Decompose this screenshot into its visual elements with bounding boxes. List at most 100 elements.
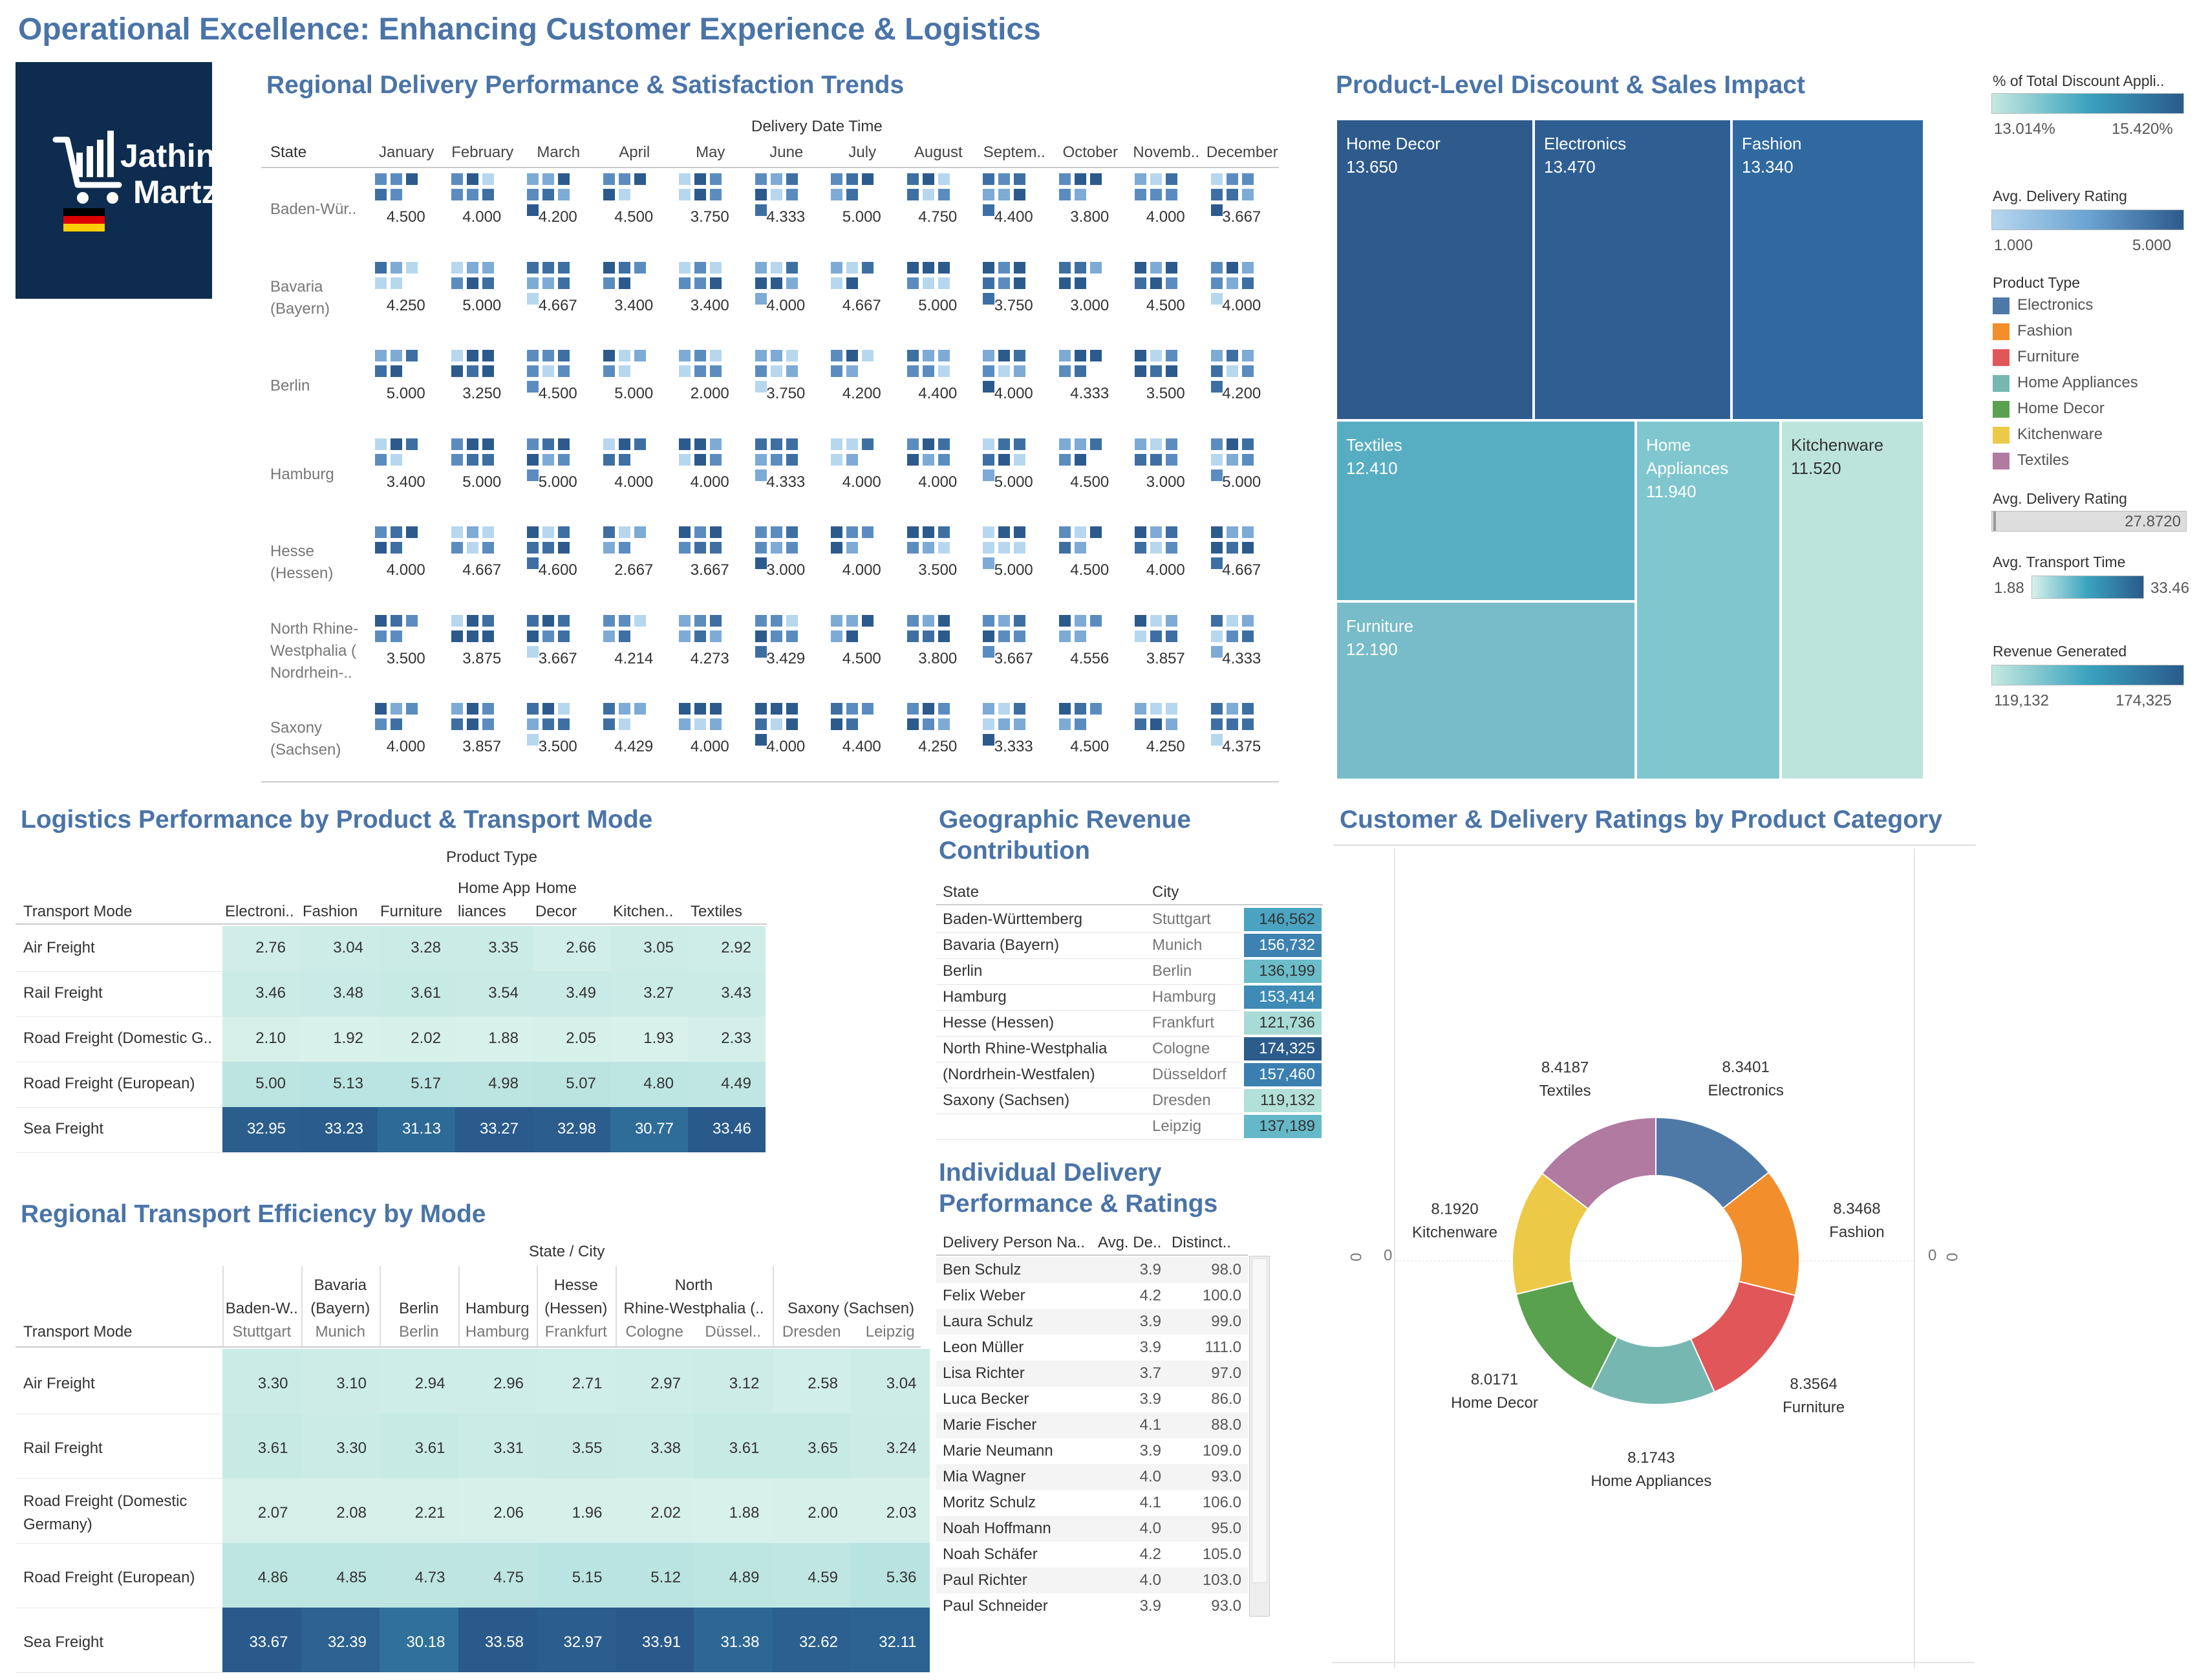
donut-value-label: 8.3401 (1722, 1059, 1769, 1076)
delivery-person-avg: 3.9 (1139, 1313, 1161, 1330)
delivery-table-header: Avg. De.. (1098, 1234, 1162, 1251)
treemap-cell-value: 11.940 (1646, 482, 1697, 501)
product-type-swatch (1993, 375, 2009, 392)
treemap-cell: Kitchenware 11.520 (1781, 420, 1924, 780)
delivery-person-avg: 4.2 (1139, 1287, 1161, 1304)
product-type-swatch (1993, 401, 2009, 418)
product-type-legend-title: Product Type (1993, 274, 2081, 291)
revenue-legend-title: Revenue Generated (1993, 643, 2127, 660)
product-type-label: Electronics (2017, 296, 2094, 314)
product-type-label: Home Appliances (2017, 374, 2138, 391)
transport-time-legend-gradient (2031, 576, 2144, 599)
delivery-person-avg: 3.9 (1139, 1339, 1161, 1356)
treemap-cell: Home Decor 13.650 (1336, 119, 1534, 420)
product-type-swatch (1993, 349, 2009, 366)
revenue-legend-max: 174,325 (2116, 692, 2172, 709)
ratings-donut-chart: 8.3401 Electronics 8.3468 Fashion 8.3564 Furn… (1395, 1059, 1914, 1490)
legend-panel: % of Total Discount Appli.. 13.014% 15.4… (1989, 70, 2196, 716)
delivery-rating-legend-max: 5.000 (2132, 237, 2172, 254)
donut-value-label: 8.3564 (1790, 1375, 1837, 1393)
delivery-person-avg: 4.0 (1139, 1468, 1161, 1485)
delivery-person-name: Luca Becker (943, 1390, 1029, 1408)
delivery-person-count: 93.0 (1211, 1597, 1241, 1615)
discount-legend-title: % of Total Discount Appli.. (1993, 72, 2165, 89)
product-type-label: Fashion (2017, 322, 2073, 339)
delivery-person-name: Mia Wagner (943, 1468, 1026, 1485)
delivery-person-count: 111.0 (1205, 1339, 1242, 1356)
treemap-cell: Fashion 13.340 (1731, 119, 1924, 420)
delivery-person-avg: 3.9 (1139, 1442, 1161, 1459)
revenue-legend-min: 119,132 (1994, 692, 2049, 709)
delivery-rating-bar-marker (1993, 512, 1996, 531)
delivery-person-name: Paul Schneider (943, 1597, 1048, 1615)
delivery-person-avg: 3.9 (1139, 1261, 1161, 1278)
discount-legend-gradient (1991, 93, 2184, 114)
treemap-cell: Furniture 12.190 (1336, 601, 1636, 780)
donut-value-label: 8.0171 (1471, 1371, 1518, 1388)
donut-value-label: 8.1743 (1627, 1449, 1675, 1467)
donut-category-label: Electronics (1708, 1082, 1783, 1099)
delivery-rating-legend-title: Avg. Delivery Rating (1993, 188, 2127, 204)
product-type-label: Textiles (2017, 451, 2070, 469)
delivery-person-count: 97.0 (1211, 1364, 1241, 1382)
delivery-person-count: 86.0 (1211, 1390, 1241, 1408)
delivery-person-count: 95.0 (1211, 1520, 1241, 1537)
discount-legend-min: 13.014% (1994, 120, 2055, 138)
treemap-cell-name: Furniture (1346, 616, 1414, 636)
treemap-cell-name: Home Decor (1346, 134, 1441, 153)
delivery-person-count: 93.0 (1211, 1468, 1241, 1485)
delivery-person-name: Felix Weber (943, 1287, 1025, 1304)
donut-category-label: Home Appliances (1591, 1472, 1711, 1490)
ratings-bottom-line (1332, 1662, 1975, 1663)
ratings-title: Customer & Delivery Ratings by Product C… (1340, 806, 1942, 834)
delivery-rating-legend-min: 1.000 (1994, 237, 2033, 254)
delivery-person-count: 99.0 (1211, 1313, 1241, 1330)
delivery-rating-bar-title: Avg. Delivery Rating (1993, 490, 2127, 507)
revenue-legend-gradient (1991, 665, 2184, 685)
delivery-person-name: Leon Müller (943, 1339, 1024, 1356)
ratings-title-divider (1333, 845, 1976, 846)
delivery-person-name: Ben Schulz (943, 1261, 1022, 1278)
product-type-swatch (1993, 427, 2009, 444)
treemap-cell-name: Textiles (1346, 435, 1402, 455)
donut-category-label: Home Decor (1451, 1394, 1538, 1412)
donut-category-label: Kitchenware (1412, 1223, 1497, 1241)
transport-time-legend-max: 33.46 (2150, 579, 2190, 597)
product-type-label: Kitchenware (2017, 425, 2103, 443)
delivery-rating-legend-gradient (1991, 210, 2184, 230)
treemap-cell-value: 12.190 (1346, 640, 1398, 659)
delivery-person-name: Paul Richter (943, 1571, 1027, 1589)
product-type-swatch (1993, 453, 2009, 469)
treemap-cell-name: Electronics (1544, 134, 1627, 153)
delivery-person-name: Laura Schulz (943, 1313, 1034, 1330)
product-discount-treemap: Home Decor 13.650 Electronics 13.470 Fashion… (1336, 119, 1924, 780)
delivery-person-count: 103.0 (1202, 1571, 1241, 1589)
delivery-rating-bar-value: 27.8720 (2125, 513, 2181, 530)
delivery-table-header: Distinct.. (1172, 1234, 1232, 1251)
delivery-person-avg: 4.2 (1139, 1545, 1161, 1563)
treemap-cell-value: 12.410 (1346, 458, 1398, 478)
transport-time-legend-title: Avg. Transport Time (1993, 554, 2126, 570)
donut-value-label: 8.3468 (1833, 1200, 1880, 1218)
delivery-table-scrollbar-thumb[interactable] (1252, 1258, 1267, 1583)
delivery-person-count: 98.0 (1211, 1261, 1241, 1278)
treemap-cell-value: 13.340 (1742, 157, 1794, 177)
delivery-person-avg: 3.9 (1139, 1597, 1161, 1615)
product-type-swatch (1993, 323, 2009, 340)
transport-time-legend-min: 1.88 (1994, 579, 2024, 597)
delivery-person-count: 100.0 (1202, 1287, 1241, 1304)
delivery-person-count: 106.0 (1202, 1494, 1241, 1511)
delivery-person-avg: 4.0 (1139, 1520, 1161, 1537)
donut-category-label: Fashion (1829, 1223, 1884, 1241)
donut-category-label: Textiles (1539, 1082, 1591, 1100)
discount-legend-max: 15.420% (2112, 120, 2173, 138)
treemap-cell-name: Fashion (1742, 134, 1802, 153)
treemap-cell: Textiles 12.410 (1336, 420, 1636, 601)
delivery-person-name: Marie Fischer (943, 1416, 1037, 1434)
delivery-person-avg: 4.0 (1139, 1571, 1161, 1589)
delivery-table-header: Delivery Person Na.. (943, 1234, 1086, 1251)
delivery-header-divider (936, 1255, 1248, 1256)
donut-category-label: Furniture (1783, 1399, 1845, 1416)
delivery-person-avg: 3.9 (1139, 1390, 1161, 1408)
treemap-cell: Electronics 13.470 (1534, 119, 1731, 420)
